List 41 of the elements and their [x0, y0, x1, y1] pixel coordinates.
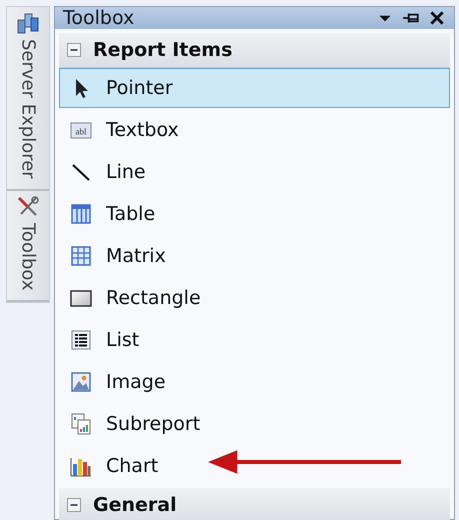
side-tab[interactable]: Toolbox: [7, 190, 49, 302]
textbox-icon-text: abl: [76, 126, 86, 136]
item-label: Pointer: [106, 77, 173, 99]
bar-chart-icon: [70, 455, 92, 477]
side-tab-label: Server Explorer: [18, 39, 38, 179]
toolbox-item[interactable]: Chart: [59, 446, 450, 486]
toolbox-item[interactable]: List: [59, 320, 450, 360]
table-icon: [70, 203, 92, 225]
item-label: Line: [106, 161, 146, 183]
group-label: Report Items: [93, 39, 232, 61]
panel-title: Toolbox: [63, 7, 136, 29]
toolbox-item[interactable]: Image: [59, 362, 450, 402]
item-label: Subreport: [106, 413, 200, 435]
toolbox-item[interactable]: Rectangle: [59, 278, 450, 318]
group-label: General: [93, 494, 177, 516]
side-tab[interactable]: Server Explorer: [7, 7, 49, 191]
collapse-icon[interactable]: [67, 498, 81, 512]
toolbox-item[interactable]: Line: [59, 152, 450, 192]
item-label: Chart: [106, 455, 158, 477]
side-tab-label: Toolbox: [18, 222, 38, 290]
toolbox-item[interactable]: abl Textbox: [59, 110, 450, 150]
item-label: Table: [106, 203, 156, 225]
close-icon[interactable]: [428, 9, 446, 27]
collapse-icon[interactable]: [67, 43, 81, 57]
list-icon: [70, 329, 92, 351]
toolbox-item[interactable]: Table: [59, 194, 450, 234]
toolbox-item[interactable]: Subreport: [59, 404, 450, 444]
toolbox-item[interactable]: Pointer: [59, 68, 450, 108]
subreport-icon: [70, 413, 92, 435]
item-label: List: [106, 329, 140, 351]
image-icon: [70, 371, 92, 393]
line-icon: [70, 161, 92, 183]
toolbox-item[interactable]: Matrix: [59, 236, 450, 276]
item-label: Textbox: [106, 119, 179, 141]
item-label: Image: [106, 371, 166, 393]
group-header[interactable]: Report Items: [59, 33, 450, 68]
server-icon: [16, 11, 40, 35]
group-header[interactable]: General: [59, 488, 450, 520]
item-label: Matrix: [106, 245, 166, 267]
item-label: Rectangle: [106, 287, 201, 309]
matrix-icon: [70, 245, 92, 267]
